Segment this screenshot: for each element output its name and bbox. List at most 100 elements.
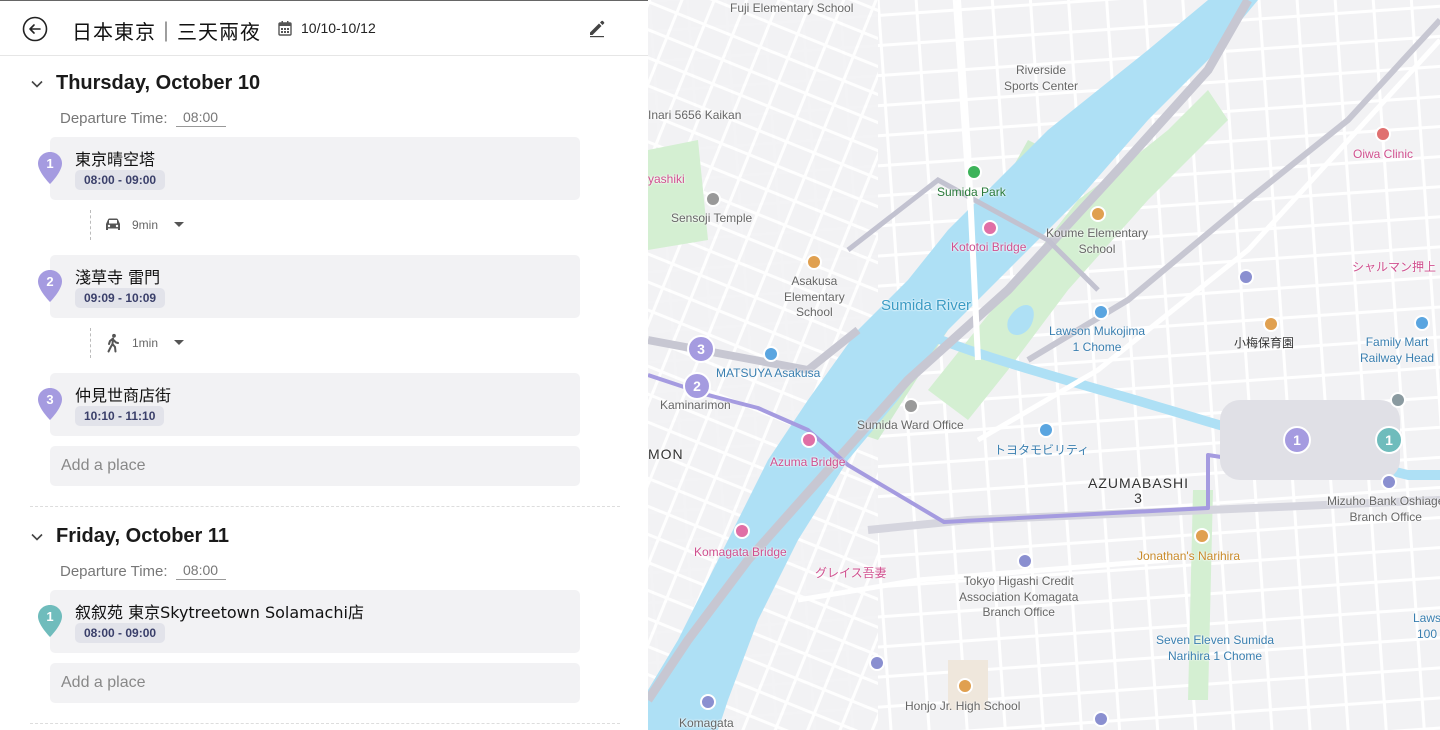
transit-segment[interactable]: 9min [90,210,210,240]
add-place-input[interactable]: Add a place [50,663,580,703]
school-poi-icon[interactable] [806,254,822,270]
day-title: Thursday, October 10 [56,72,261,94]
map-label: 小梅保育園 [1234,336,1295,350]
departure-time-input[interactable]: 08:00 [175,562,226,580]
departure-time-row: Departure Time: 08:00 [60,109,226,127]
stop-time-badge: 08:00 - 09:00 [75,170,166,190]
caret-down-icon[interactable] [174,222,184,227]
school-poi-icon[interactable] [957,678,973,694]
map-label: Riverside Sports Center [1004,63,1079,93]
day-header-2[interactable]: Friday, October 11 [30,525,229,548]
departure-time-input[interactable]: 08:00 [175,109,226,127]
parking-poi-icon[interactable] [1093,711,1109,727]
store-poi-icon[interactable] [1093,304,1109,320]
map-label: Komagata Bridge [694,545,787,559]
map-label: Oiwa Clinic [1353,147,1414,161]
ferry-poi-icon[interactable] [700,694,716,710]
map-label: MON [648,446,684,462]
edit-pencil-icon[interactable] [586,17,608,39]
map-label: MATSUYA Asakusa [716,366,821,380]
trip-dates: 10/10-10/12 [301,20,376,36]
map-label: Sensoji Temple [671,211,753,225]
svg-text:2: 2 [46,274,53,289]
route-marker[interactable]: 1 [1375,426,1403,454]
map-label: Laws 100 [1413,611,1440,641]
bank-poi-icon[interactable] [1381,474,1397,490]
stop-name: 東京晴空塔 [75,150,156,169]
map-label: Family Mart Railway Head [1360,335,1435,365]
chevron-down-icon[interactable] [30,530,44,544]
transit-duration: 9min [132,218,159,232]
school-poi-icon[interactable] [1090,206,1106,222]
park-poi-icon[interactable] [966,164,982,180]
info-poi-icon[interactable] [1390,392,1406,408]
map-label: トヨタモビリティ [994,443,1090,457]
map-label: Jonathan's Narihira [1137,549,1241,563]
calendar-icon [278,21,292,36]
map-label: Sumida Ward Office [857,418,964,432]
walk-icon [107,333,119,353]
car-dealer-poi-icon[interactable] [1038,422,1054,438]
stop-name: 淺草寺 雷門 [75,268,161,287]
temple-poi-icon[interactable] [705,191,721,207]
bridge-poi-icon[interactable] [734,523,750,539]
map-view[interactable]: Fuji Elementary School Riverside Sports … [648,0,1440,730]
route-marker[interactable]: 2 [683,372,711,400]
day-title: Friday, October 11 [56,525,230,547]
stop-pin-icon: 1 [38,605,62,637]
map-label: Lawson Mukojima 1 Chome [1049,324,1146,354]
day-header-1[interactable]: Thursday, October 10 [30,72,260,95]
nursery-poi-icon[interactable] [1263,316,1279,332]
day-divider [30,506,620,507]
svg-text:1: 1 [46,609,53,624]
bridge-poi-icon[interactable] [982,220,998,236]
car-icon [106,218,120,230]
departure-label: Departure Time: [60,109,168,127]
stop-name: 叙叙苑 東京Skytreetown Solamachi店 [75,603,364,622]
office-poi-icon[interactable] [903,398,919,414]
map-label: Kaminarimon [660,398,731,412]
map-label: シャルマン押上 [1352,260,1437,274]
itinerary-panel: 日本東京｜三天兩夜 10/10-10/12 Thursday, October [0,0,648,730]
map-label: Sumida River [881,297,972,314]
map-label: Kototoi Bridge [951,240,1027,254]
stop-card[interactable]: 東京晴空塔 08:00 - 09:00 [50,137,580,200]
parking-poi-icon[interactable] [1238,269,1254,285]
bank-poi-icon[interactable] [1017,553,1033,569]
store-poi-icon[interactable] [763,346,779,362]
bridge-poi-icon[interactable] [801,432,817,448]
svg-text:1: 1 [46,156,53,171]
route-marker[interactable]: 3 [687,335,715,363]
map-label: Inari 5656 Kaikan [648,108,742,122]
stop-time-badge: 10:10 - 11:10 [75,406,165,426]
map-label: Koume Elementary School [1046,226,1149,256]
back-arrow-icon[interactable] [22,16,48,42]
stop-card[interactable]: 仲見世商店街 10:10 - 11:10 [50,373,580,436]
add-place-input[interactable]: Add a place [50,446,580,486]
stop-time-badge: 08:00 - 09:00 [75,623,166,643]
map-label: yashiki [648,172,685,186]
stop-time-badge: 09:09 - 10:09 [75,288,166,308]
chevron-down-icon[interactable] [30,77,44,91]
map-label: Seven Eleven Sumida Narihira 1 Chome [1156,633,1275,663]
stop-card[interactable]: 淺草寺 雷門 09:09 - 10:09 [50,255,580,318]
transit-segment[interactable]: 1min [90,328,210,358]
map-label: Mizuho Bank Oshiage Branch Office [1327,494,1440,524]
departure-time-row: Departure Time: 08:00 [60,562,226,580]
clinic-poi-icon[interactable] [1375,126,1391,142]
svg-text:3: 3 [46,392,53,407]
store-poi-icon[interactable] [1414,315,1430,331]
map-label: Tokyo Higashi Credit Association Komagat… [959,574,1079,620]
map-label: AZUMABASHI 3 [1088,475,1190,506]
caret-down-icon[interactable] [174,340,184,345]
restaurant-poi-icon[interactable] [1194,528,1210,544]
map-label: Asakusa Elementary School [784,274,845,320]
departure-label: Departure Time: [60,562,168,580]
stop-name: 仲見世商店街 [75,386,172,405]
map-label: Honjo Jr. High School [905,699,1021,713]
parking-poi-icon[interactable] [869,655,885,671]
transit-duration: 1min [132,336,159,350]
stop-card[interactable]: 叙叙苑 東京Skytreetown Solamachi店 08:00 - 09:… [50,590,580,653]
route-marker[interactable]: 1 [1283,426,1311,454]
map-label: グレイス吾妻 [815,566,887,580]
